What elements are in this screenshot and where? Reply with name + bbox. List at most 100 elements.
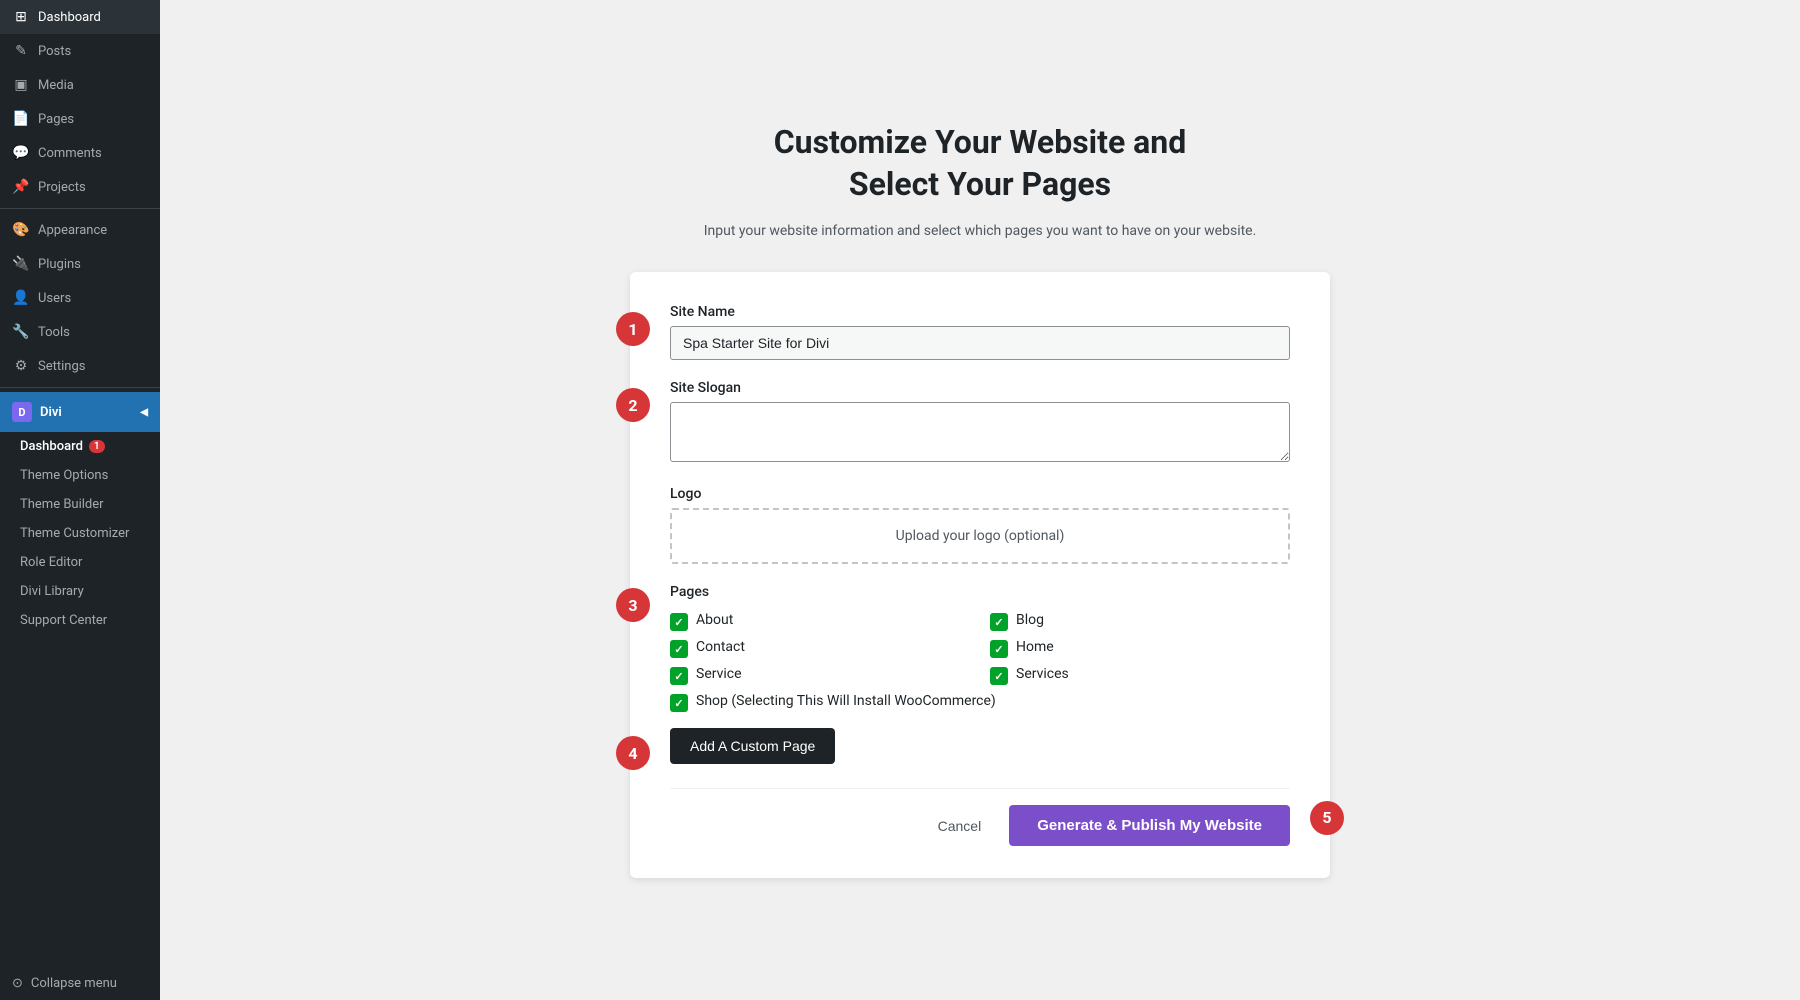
sidebar-item-divi-library[interactable]: Divi Library bbox=[0, 577, 160, 606]
divi-dashboard-label: Dashboard bbox=[20, 439, 83, 454]
sidebar-item-label: Comments bbox=[38, 146, 102, 161]
pages-icon: 📄 bbox=[12, 111, 30, 127]
comments-icon: 💬 bbox=[12, 145, 30, 161]
site-name-label: Site Name bbox=[670, 304, 1290, 320]
users-icon: 👤 bbox=[12, 290, 30, 306]
divi-header[interactable]: D Divi ◀ bbox=[0, 392, 160, 432]
posts-icon: ✎ bbox=[12, 43, 30, 59]
role-editor-label: Role Editor bbox=[20, 555, 82, 570]
add-custom-page-button[interactable]: Add A Custom Page bbox=[670, 728, 835, 764]
page-wrapper: Customize Your Website and Select Your P… bbox=[630, 122, 1330, 878]
sidebar-item-theme-options[interactable]: Theme Options bbox=[0, 461, 160, 490]
check-blog-icon bbox=[990, 613, 1008, 631]
sidebar-item-appearance[interactable]: 🎨 Appearance bbox=[0, 213, 160, 247]
sidebar-item-posts[interactable]: ✎ Posts bbox=[0, 34, 160, 68]
pages-label: Pages bbox=[670, 584, 1290, 600]
divi-label: Divi bbox=[40, 405, 62, 420]
sidebar-item-label: Settings bbox=[38, 359, 85, 374]
sidebar-item-projects[interactable]: 📌 Projects bbox=[0, 170, 160, 204]
page-about-label: About bbox=[696, 612, 733, 628]
page-blog-label: Blog bbox=[1016, 612, 1044, 628]
check-home-icon bbox=[990, 640, 1008, 658]
main-content: Customize Your Website and Select Your P… bbox=[160, 0, 1800, 1000]
page-item-shop[interactable]: Shop (Selecting This Will Install WooCom… bbox=[670, 693, 1290, 712]
page-shop-label: Shop (Selecting This Will Install WooCom… bbox=[696, 693, 996, 709]
pages-section: 3 Pages About Blog bbox=[670, 584, 1290, 712]
sidebar-item-label: Projects bbox=[38, 180, 86, 195]
page-services-label: Services bbox=[1016, 666, 1069, 682]
check-contact-icon bbox=[670, 640, 688, 658]
collapse-icon: ⊙ bbox=[12, 976, 23, 991]
collapse-label: Collapse menu bbox=[31, 976, 117, 991]
sidebar-item-settings[interactable]: ⚙ Settings bbox=[0, 349, 160, 383]
sidebar-item-media[interactable]: ▣ Media bbox=[0, 68, 160, 102]
divi-library-label: Divi Library bbox=[20, 584, 84, 599]
check-services-icon bbox=[990, 667, 1008, 685]
theme-options-label: Theme Options bbox=[20, 468, 108, 483]
step-3-badge: 3 bbox=[616, 588, 650, 622]
support-center-label: Support Center bbox=[20, 613, 107, 628]
tools-icon: 🔧 bbox=[12, 324, 30, 340]
sidebar-item-comments[interactable]: 💬 Comments bbox=[0, 136, 160, 170]
dashboard-badge: 1 bbox=[89, 440, 105, 453]
sidebar-item-label: Plugins bbox=[38, 257, 81, 272]
sidebar-item-tools[interactable]: 🔧 Tools bbox=[0, 315, 160, 349]
site-slogan-input[interactable] bbox=[670, 402, 1290, 462]
check-service-icon bbox=[670, 667, 688, 685]
sidebar-item-label: Media bbox=[38, 78, 74, 93]
divi-arrow-icon: ◀ bbox=[140, 407, 148, 418]
site-slogan-label: Site Slogan bbox=[670, 380, 1290, 396]
dashboard-icon: ⊞ bbox=[12, 9, 30, 25]
settings-icon: ⚙ bbox=[12, 358, 30, 374]
sidebar-item-divi-dashboard[interactable]: Dashboard 1 bbox=[0, 432, 160, 461]
page-item-blog[interactable]: Blog bbox=[990, 612, 1290, 631]
sidebar-item-label: Tools bbox=[38, 325, 70, 340]
page-subtitle: Input your website information and selec… bbox=[704, 221, 1257, 242]
page-contact-label: Contact bbox=[696, 639, 745, 655]
cancel-button[interactable]: Cancel bbox=[926, 810, 994, 842]
sidebar-item-users[interactable]: 👤 Users bbox=[0, 281, 160, 315]
step-2-badge: 2 bbox=[616, 388, 650, 422]
customization-card: 1 Site Name 2 Site Slogan Logo Upload yo… bbox=[630, 272, 1330, 878]
card-footer: Cancel Generate & Publish My Website 5 bbox=[670, 788, 1290, 846]
site-name-input[interactable] bbox=[670, 326, 1290, 360]
page-service-label: Service bbox=[696, 666, 742, 682]
page-item-service[interactable]: Service bbox=[670, 666, 970, 685]
add-custom-page-section: 4 Add A Custom Page bbox=[670, 728, 1290, 780]
logo-group: Logo Upload your logo (optional) bbox=[670, 486, 1290, 564]
sidebar-item-theme-builder[interactable]: Theme Builder bbox=[0, 490, 160, 519]
check-shop-icon bbox=[670, 694, 688, 712]
sidebar-item-plugins[interactable]: 🔌 Plugins bbox=[0, 247, 160, 281]
page-item-about[interactable]: About bbox=[670, 612, 970, 631]
logo-upload-text: Upload your logo (optional) bbox=[896, 528, 1065, 544]
sidebar: ⊞ Dashboard ✎ Posts ▣ Media 📄 Pages 💬 Co… bbox=[0, 0, 160, 1000]
publish-button[interactable]: Generate & Publish My Website bbox=[1009, 805, 1290, 846]
site-name-group: 1 Site Name bbox=[670, 304, 1290, 360]
projects-icon: 📌 bbox=[12, 179, 30, 195]
page-item-services[interactable]: Services bbox=[990, 666, 1290, 685]
sidebar-item-pages[interactable]: 📄 Pages bbox=[0, 102, 160, 136]
page-home-label: Home bbox=[1016, 639, 1054, 655]
theme-customizer-label: Theme Customizer bbox=[20, 526, 129, 541]
plugins-icon: 🔌 bbox=[12, 256, 30, 272]
sidebar-item-label: Posts bbox=[38, 44, 71, 59]
collapse-menu-button[interactable]: ⊙ Collapse menu bbox=[0, 967, 160, 1000]
pages-grid: About Blog Contact Home bbox=[670, 612, 1290, 712]
page-item-home[interactable]: Home bbox=[990, 639, 1290, 658]
sidebar-item-label: Dashboard bbox=[38, 10, 101, 25]
sidebar-item-theme-customizer[interactable]: Theme Customizer bbox=[0, 519, 160, 548]
site-slogan-group: 2 Site Slogan bbox=[670, 380, 1290, 466]
step-5-badge: 5 bbox=[1310, 801, 1344, 835]
page-title: Customize Your Website and Select Your P… bbox=[774, 122, 1187, 205]
media-icon: ▣ bbox=[12, 77, 30, 93]
sidebar-item-support-center[interactable]: Support Center bbox=[0, 606, 160, 635]
page-item-contact[interactable]: Contact bbox=[670, 639, 970, 658]
sidebar-item-label: Pages bbox=[38, 112, 74, 127]
sidebar-item-role-editor[interactable]: Role Editor bbox=[0, 548, 160, 577]
logo-upload-area[interactable]: Upload your logo (optional) bbox=[670, 508, 1290, 564]
divi-submenu: Dashboard 1 Theme Options Theme Builder … bbox=[0, 432, 160, 635]
sidebar-item-label: Appearance bbox=[38, 223, 107, 238]
divi-icon: D bbox=[12, 402, 32, 422]
logo-label: Logo bbox=[670, 486, 1290, 502]
sidebar-item-dashboard[interactable]: ⊞ Dashboard bbox=[0, 0, 160, 34]
